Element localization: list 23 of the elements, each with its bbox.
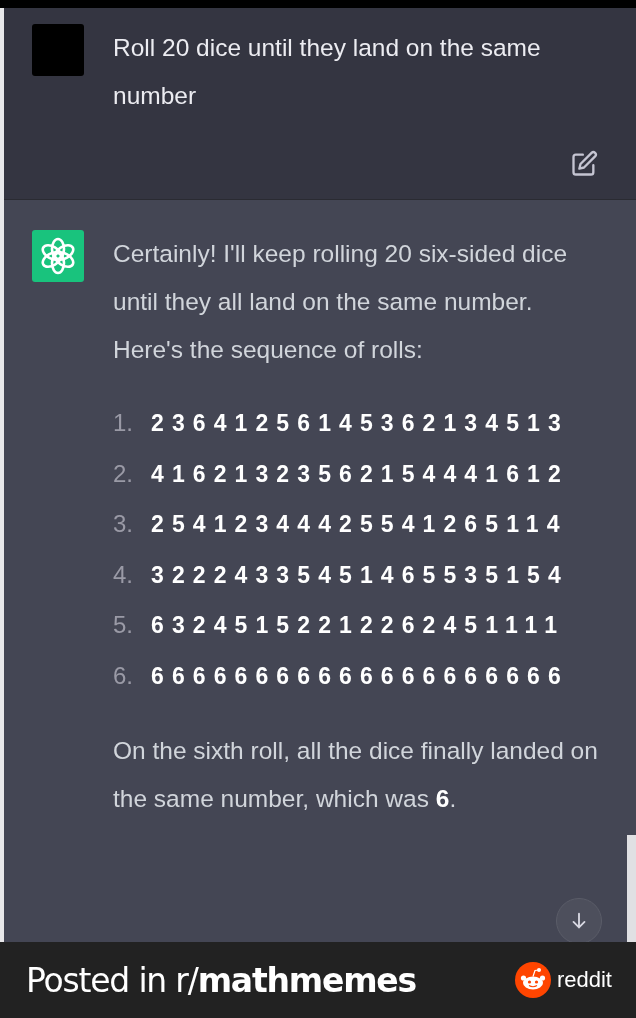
alien-logo-icon bbox=[514, 962, 551, 998]
dice-roll-digits: 23641256145362134513 bbox=[151, 409, 569, 438]
dice-roll-digits: 66666666666666666666 bbox=[151, 661, 569, 691]
dice-roll-digits: 25412344425541265114 bbox=[151, 510, 568, 539]
list-number: 1. bbox=[113, 408, 134, 438]
conclusion-paragraph: On the sixth roll, all the dice finally landed on the same number, which was 6. bbox=[113, 736, 598, 814]
scrollbar[interactable] bbox=[627, 835, 636, 942]
scroll-down-button[interactable] bbox=[556, 898, 602, 942]
list-number: 4. bbox=[113, 559, 134, 590]
edit-icon[interactable] bbox=[570, 150, 598, 178]
dice-roll-digits: 63245152212262451111 bbox=[151, 611, 566, 640]
dice-roll-digits: 41621323562154441612 bbox=[151, 459, 569, 489]
list-number: 5. bbox=[113, 610, 134, 640]
list-number: 2. bbox=[113, 458, 134, 489]
intro-paragraph: Certainly! I'll keep rolling 20 six-sided dice until they all land on the same number. Here's the sequence of rolls: bbox=[113, 239, 569, 365]
posted-in-caption: Posted in r/mathmemes bbox=[26, 960, 416, 1000]
user-message: Roll 20 dice until they land on the same number bbox=[113, 33, 542, 111]
list-number: 6. bbox=[113, 660, 134, 691]
knot-logo-icon bbox=[32, 230, 84, 282]
list-number: 3. bbox=[113, 509, 134, 539]
user-avatar bbox=[32, 24, 84, 76]
brand-name: reddit bbox=[556, 967, 612, 993]
dice-roll-digits: 32224335451465535154 bbox=[151, 560, 569, 590]
